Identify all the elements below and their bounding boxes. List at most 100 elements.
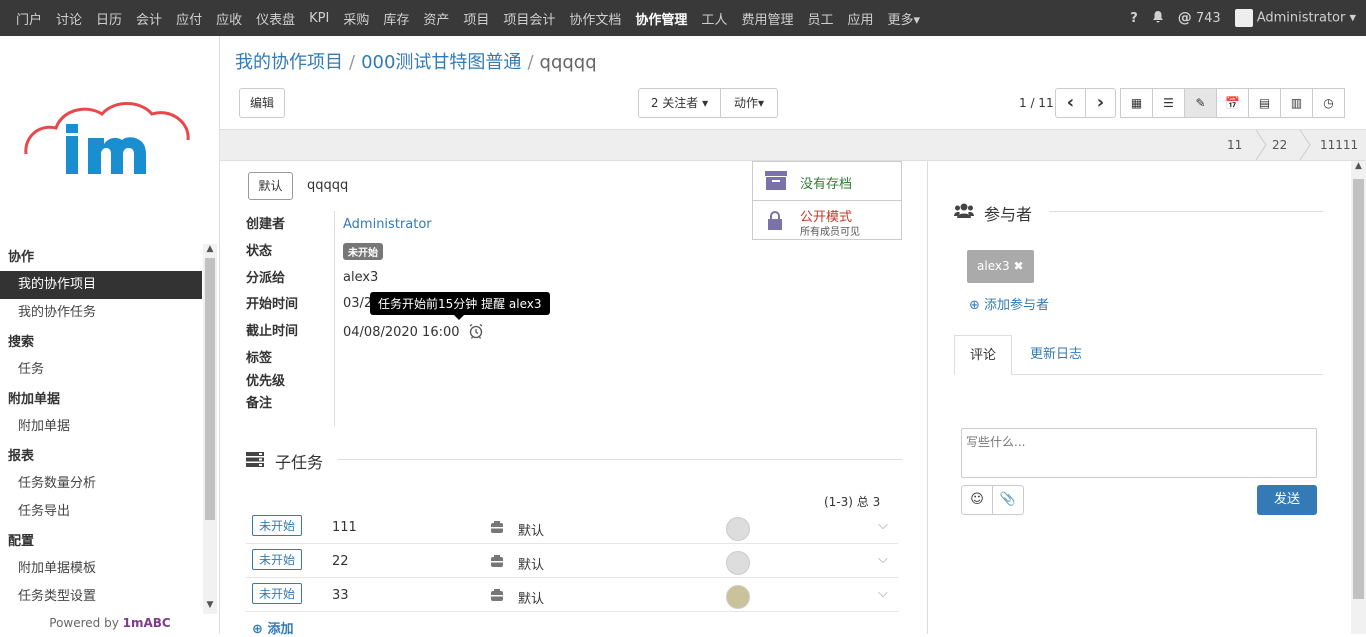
- chevron-down-icon[interactable]: ⌵: [878, 552, 888, 567]
- stage-11111[interactable]: 11111: [1320, 130, 1358, 160]
- pager-prev-button[interactable]: ‹: [1055, 88, 1086, 118]
- value-creator[interactable]: Administrator: [343, 217, 432, 232]
- kanban-view-icon[interactable]: ▦: [1120, 88, 1153, 118]
- breadcrumb-item-project[interactable]: 000测试甘特图普通: [361, 52, 521, 73]
- label-tags: 标签: [246, 351, 273, 366]
- field-divider: [334, 211, 335, 426]
- menu-purchase[interactable]: 采购: [343, 9, 369, 28]
- table-row[interactable]: 未开始 22 默认 ⌵: [246, 544, 898, 578]
- menu-employees[interactable]: 员工: [807, 9, 833, 28]
- remove-icon[interactable]: ✖: [1013, 259, 1023, 273]
- sidebar-scrollbar[interactable]: ▲ ▼: [203, 244, 217, 614]
- help-icon[interactable]: ?: [1130, 11, 1138, 26]
- form-view-icon[interactable]: ✎: [1184, 88, 1217, 118]
- user-menu[interactable]: Administrator ▾: [1234, 9, 1356, 27]
- sidebar-header-collab: 协作: [8, 250, 35, 265]
- smart-buttons: 没有存档 公开模式 所有成员可见: [752, 161, 902, 240]
- mentions-counter[interactable]: @ 743: [1178, 10, 1221, 26]
- table-row[interactable]: 未开始 111 默认 ⌵: [246, 510, 898, 544]
- powered-brand[interactable]: 1mABC: [123, 616, 171, 630]
- label-notes: 备注: [246, 396, 273, 411]
- subtasks-pager: (1-3) 总 3: [824, 495, 881, 509]
- sidebar-item-task-types[interactable]: 任务类型设置: [0, 583, 202, 611]
- participant-name: alex3: [977, 259, 1010, 273]
- menu-receivable[interactable]: 应收: [216, 9, 242, 28]
- default-tag[interactable]: 默认: [248, 172, 293, 200]
- menu-discuss[interactable]: 讨论: [56, 9, 82, 28]
- main-scroll-thumb[interactable]: [1353, 179, 1364, 599]
- record-pager: 1 / 11: [1019, 96, 1054, 110]
- menu-inventory[interactable]: 库存: [383, 9, 409, 28]
- sidebar-item-attachments[interactable]: 附加单据: [0, 413, 202, 441]
- graph-view-icon[interactable]: ▥: [1280, 88, 1313, 118]
- send-button[interactable]: 发送: [1257, 485, 1317, 515]
- row-status-tag: 未开始: [252, 515, 303, 536]
- menu-calendar[interactable]: 日历: [96, 9, 122, 28]
- label-deadline: 截止时间: [246, 324, 299, 339]
- archive-button[interactable]: 没有存档: [753, 162, 901, 201]
- sidebar-item-task-analysis[interactable]: 任务数量分析: [0, 470, 202, 498]
- table-row[interactable]: 未开始 33 默认 ⌵: [246, 578, 898, 612]
- menu-expenses[interactable]: 费用管理: [741, 9, 793, 28]
- sidebar-menu: 协作 我的协作项目 我的协作任务 搜索 任务 附加单据 附加单据 报表 任务数量…: [0, 242, 202, 614]
- followers-button[interactable]: 2 关注者 ▾: [638, 88, 721, 118]
- menu-project-accounting[interactable]: 项目会计: [503, 9, 555, 28]
- scroll-down-icon[interactable]: ▼: [203, 600, 217, 614]
- comment-input[interactable]: [961, 428, 1317, 478]
- menu-more[interactable]: 更多▾: [887, 9, 920, 28]
- menu-assets[interactable]: 资产: [423, 9, 449, 28]
- bell-icon[interactable]: [1152, 10, 1164, 27]
- chevron-down-icon[interactable]: ⌵: [878, 518, 888, 533]
- sidebar-item-my-tasks[interactable]: 我的协作任务: [0, 299, 202, 327]
- main-scrollbar[interactable]: ▲: [1351, 161, 1366, 634]
- alarm-clock-icon[interactable]: [468, 323, 484, 339]
- calendar-view-icon[interactable]: 📅: [1216, 88, 1249, 118]
- sidebar-header-attachments: 附加单据: [8, 392, 61, 407]
- tab-comments[interactable]: 评论: [954, 335, 1012, 375]
- deadline-text: 04/08/2020 16:00: [343, 325, 460, 340]
- pager-next-button[interactable]: ›: [1085, 88, 1116, 118]
- sidebar-item-tasks[interactable]: 任务: [0, 356, 202, 384]
- scroll-up-icon[interactable]: ▲: [203, 244, 217, 258]
- menu-collab-docs[interactable]: 协作文档: [569, 9, 621, 28]
- view-switcher: ▦ ☰ ✎ 📅 ▤ ▥ ◷: [1120, 88, 1345, 118]
- participant-tag: alex3 ✖: [967, 250, 1034, 283]
- paperclip-icon[interactable]: 📎: [992, 485, 1024, 515]
- emoji-icon[interactable]: ☺: [961, 485, 993, 515]
- menu-collab-management[interactable]: 协作管理: [635, 9, 687, 28]
- user-name: Administrator ▾: [1256, 10, 1356, 26]
- sidebar-scroll-thumb[interactable]: [205, 258, 215, 520]
- task-type-icon: [491, 521, 503, 533]
- stage-22[interactable]: 22: [1272, 130, 1287, 160]
- activity-view-icon[interactable]: ◷: [1312, 88, 1345, 118]
- sidebar-item-task-export[interactable]: 任务导出: [0, 498, 202, 526]
- scroll-up-icon[interactable]: ▲: [1351, 161, 1366, 175]
- menu-kpi[interactable]: KPI: [309, 11, 329, 26]
- edit-button[interactable]: 编辑: [239, 88, 285, 118]
- menu-portal[interactable]: 门户: [16, 9, 42, 28]
- tab-changelog[interactable]: 更新日志: [1030, 335, 1082, 375]
- row-type: 默认: [518, 592, 545, 607]
- menu-project[interactable]: 项目: [463, 9, 489, 28]
- privacy-button[interactable]: 公开模式 所有成员可见: [753, 202, 901, 241]
- form-sheet: 默认 qqqqq 没有存档 公开模式 所有成员可见 创建者 Administra…: [220, 161, 928, 637]
- add-subtask-link[interactable]: ⊕ 添加: [252, 618, 293, 637]
- stage-11[interactable]: 11: [1227, 130, 1242, 160]
- menu-apps[interactable]: 应用: [847, 9, 873, 28]
- menu-workers[interactable]: 工人: [701, 9, 727, 28]
- menu-payable[interactable]: 应付: [176, 9, 202, 28]
- menu-accounting[interactable]: 会计: [136, 9, 162, 28]
- list-view-icon[interactable]: ☰: [1152, 88, 1185, 118]
- table-view-icon[interactable]: ▤: [1248, 88, 1281, 118]
- user-avatar: [1234, 9, 1253, 27]
- chevron-down-icon[interactable]: ⌵: [878, 586, 888, 601]
- sidebar-header-reports: 报表: [8, 449, 35, 464]
- powered-by: Powered by 1mABC: [0, 616, 220, 630]
- breadcrumb-item-projects[interactable]: 我的协作项目: [235, 52, 343, 73]
- add-participant-link[interactable]: ⊕ 添加参与者: [969, 294, 1049, 313]
- actions-button[interactable]: 动作▾: [720, 88, 778, 118]
- sidebar-item-attachment-templates[interactable]: 附加单据模板: [0, 555, 202, 583]
- menu-dashboard[interactable]: 仪表盘: [256, 9, 295, 28]
- sidebar-item-my-projects[interactable]: 我的协作项目: [0, 271, 202, 299]
- server-icon: [246, 452, 264, 467]
